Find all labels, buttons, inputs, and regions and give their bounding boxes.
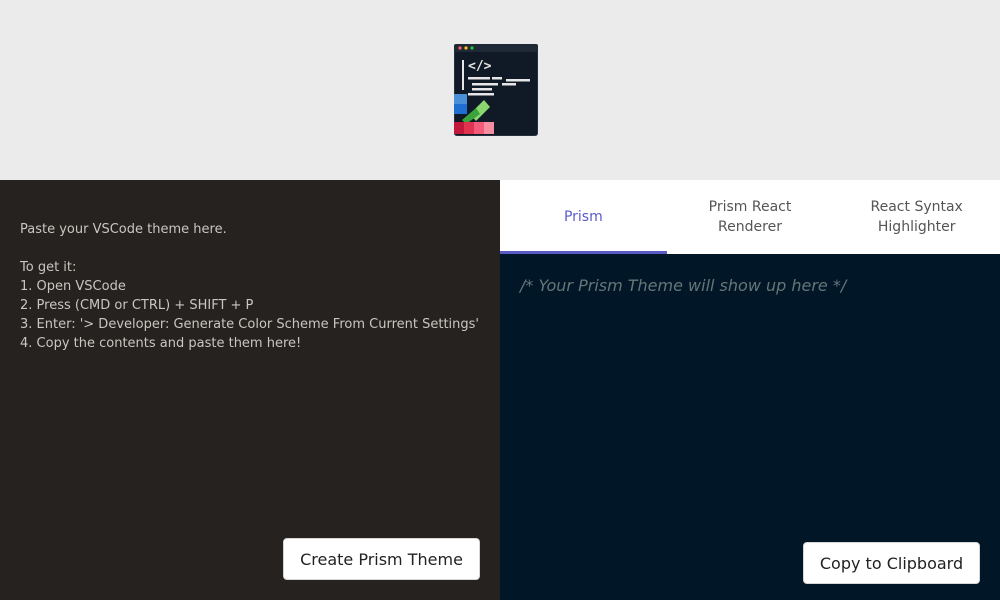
code-palette-icon: </> <box>454 44 538 136</box>
create-prism-theme-button[interactable]: Create Prism Theme <box>283 538 480 580</box>
svg-text:</>: </> <box>468 59 492 74</box>
copy-to-clipboard-button[interactable]: Copy to Clipboard <box>803 542 980 584</box>
header: </> <box>0 0 1000 180</box>
theme-output-panel: Prism Prism React Renderer React Syntax … <box>500 180 1000 600</box>
vscode-theme-input[interactable]: Paste your VSCode theme here. To get it:… <box>20 220 490 353</box>
tab-react-syntax-highlighter[interactable]: React Syntax Highlighter <box>833 180 1000 254</box>
output-format-tabs: Prism Prism React Renderer React Syntax … <box>500 180 1000 254</box>
tab-prism[interactable]: Prism <box>500 180 667 254</box>
theme-input-panel[interactable]: Paste your VSCode theme here. To get it:… <box>0 180 500 600</box>
tab-prism-react-renderer[interactable]: Prism React Renderer <box>667 180 834 254</box>
prism-theme-output: /* Your Prism Theme will show up here */ <box>520 276 847 295</box>
